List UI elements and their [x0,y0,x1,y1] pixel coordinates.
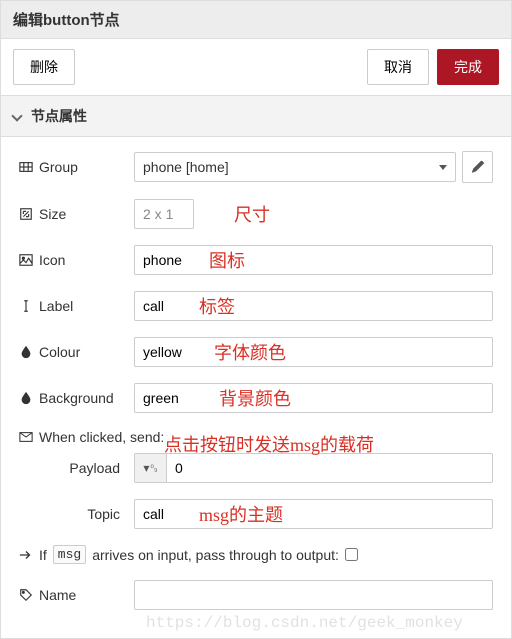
label-label: Label [19,298,134,314]
background-input[interactable] [134,383,493,413]
row-topic: Topic msg的主题 [19,499,493,529]
watermark: https://blog.csdn.net/geek_monkey [146,614,463,632]
envelope-icon [19,430,33,444]
label-input[interactable] [134,291,493,321]
number-type-icon: ⁰₉ [150,463,157,474]
edit-panel: 编辑button节点 删除 取消 完成 节点属性 Group phone [ho… [0,0,512,639]
name-input[interactable] [134,580,493,610]
passthrough-suffix: arrives on input, pass through to output… [92,547,339,563]
group-select[interactable]: phone [home] [134,152,456,182]
row-size: Size 尺寸 [19,199,493,229]
image-icon [19,253,33,267]
text-cursor-icon [19,299,33,313]
size-input[interactable] [134,199,194,229]
chevron-icon: ▾ [143,461,149,475]
pencil-icon [471,160,485,174]
name-label: Name [19,587,134,603]
form-body: Group phone [home] Size 尺寸 [1,137,511,638]
icon-label: Icon [19,252,134,268]
row-icon: Icon 图标 [19,245,493,275]
topic-input[interactable] [134,499,493,529]
payload-type-toggle[interactable]: ▾ ⁰₉ [135,454,167,482]
colour-input[interactable] [134,337,493,367]
section-header[interactable]: 节点属性 [1,96,511,137]
edit-group-button[interactable] [462,151,493,183]
delete-button[interactable]: 删除 [13,49,75,85]
cancel-button[interactable]: 取消 [367,49,429,85]
topic-label: Topic [19,506,134,522]
panel-title: 编辑button节点 [1,1,511,39]
msg-code: msg [53,545,86,564]
icon-input[interactable] [134,245,493,275]
action-bar: 删除 取消 完成 [1,39,511,96]
row-label: Label 标签 [19,291,493,321]
tag-icon [19,588,33,602]
arrow-right-icon [19,548,33,562]
row-background: Background 背景颜色 [19,383,493,413]
group-label: Group [19,159,134,175]
tint-icon [19,345,33,359]
caret-down-icon [439,165,447,170]
row-payload: Payload ▾ ⁰₉ 点击按钮时发送msg的载荷 [19,453,493,483]
chevron-down-icon [11,110,22,121]
tint-icon [19,391,33,405]
row-name: Name [19,580,493,610]
payload-label: Payload [19,460,134,476]
row-when-clicked: When clicked, send: [19,429,493,445]
passthrough-prefix: If [39,547,47,563]
size-label: Size [19,206,134,222]
resize-icon [19,207,33,221]
row-colour: Colour 字体颜色 [19,337,493,367]
row-passthrough: If msg arrives on input, pass through to… [19,545,493,564]
when-clicked-label: When clicked, send: [39,429,164,445]
colour-label: Colour [19,344,134,360]
done-button[interactable]: 完成 [437,49,499,85]
background-label: Background [19,390,134,406]
grid-icon [19,160,33,174]
passthrough-checkbox[interactable] [345,548,358,561]
row-group: Group phone [home] [19,151,493,183]
payload-input[interactable] [134,453,493,483]
section-title: 节点属性 [31,106,87,126]
